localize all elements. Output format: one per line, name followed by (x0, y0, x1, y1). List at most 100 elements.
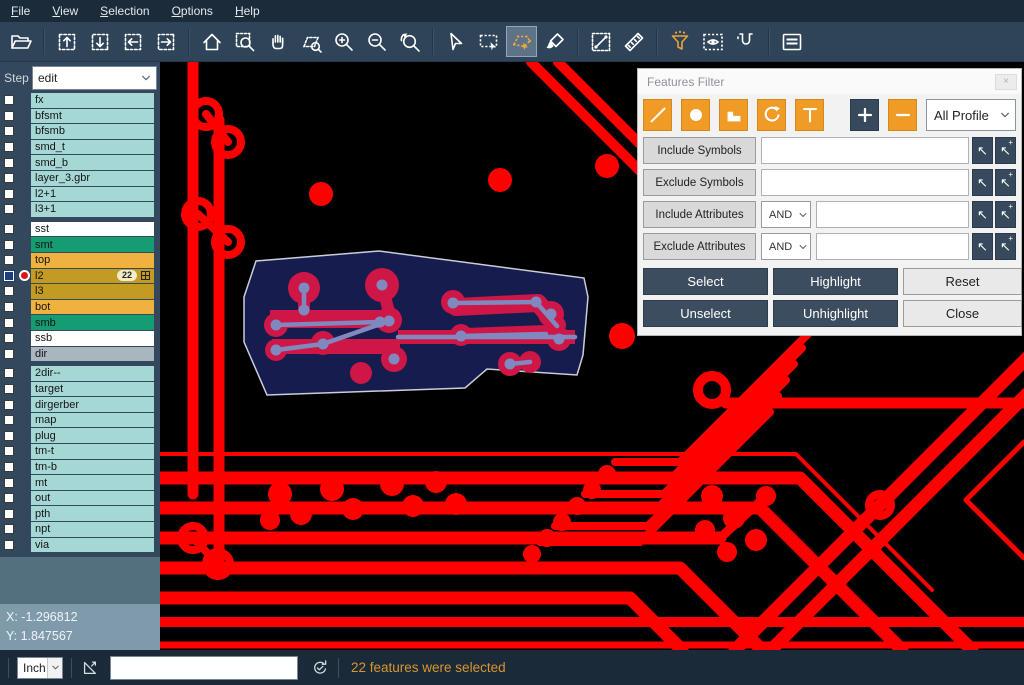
step-select[interactable]: edit (32, 66, 157, 90)
layer-checkbox[interactable] (4, 333, 14, 343)
menu-file[interactable]: File (0, 1, 41, 22)
polarity-negative-button[interactable] (888, 99, 917, 131)
layer-row-mt[interactable]: mt (0, 475, 160, 490)
close-icon[interactable]: × (995, 74, 1017, 90)
include-symbols-button[interactable]: Include Symbols (643, 137, 756, 164)
feature-type-text-button[interactable] (795, 99, 824, 131)
layer-row-tm-t[interactable]: tm-t (0, 444, 160, 459)
layer-row-l3-1[interactable]: l3+1 (0, 202, 160, 217)
layer-row-map[interactable]: map (0, 413, 160, 428)
pick-from-canvas-button[interactable]: ↖ (972, 137, 993, 164)
layer-checkbox[interactable] (4, 95, 14, 105)
layer-checkbox[interactable] (4, 368, 14, 378)
profile-select[interactable]: All Profile (926, 99, 1016, 131)
layer-row-2dir[interactable]: 2dir-- (0, 366, 160, 381)
include-symbols-input[interactable] (761, 137, 969, 164)
toolbar-button-snap[interactable] (730, 26, 761, 57)
layer-checkbox[interactable] (4, 189, 14, 199)
layer-checkbox[interactable] (4, 126, 14, 136)
layer-row-smd-t[interactable]: smd_t (0, 140, 160, 155)
exclude-symbols-button[interactable]: Exclude Symbols (643, 169, 756, 196)
unselect-button[interactable]: Unselect (643, 300, 768, 327)
layer-row-l3[interactable]: l3 (0, 284, 160, 299)
and-operator-select[interactable]: AND (761, 233, 811, 260)
layer-row-target[interactable]: target (0, 382, 160, 397)
layer-checkbox[interactable] (4, 173, 14, 183)
layer-row-fx[interactable]: fx (0, 93, 160, 108)
toolbar-button-measure[interactable] (585, 26, 616, 57)
toolbar-button-select-rectangle[interactable] (473, 26, 504, 57)
layer-checkbox[interactable] (4, 493, 14, 503)
layer-checkbox[interactable] (4, 255, 14, 265)
layer-row-layer-3-gbr[interactable]: layer_3.gbr (0, 171, 160, 186)
pick-add-from-canvas-button[interactable]: ↖+ (995, 169, 1016, 196)
matrix-icon[interactable] (141, 271, 150, 280)
toolbar-button-select-polygon[interactable] (506, 26, 537, 57)
pick-add-from-canvas-button[interactable]: ↖+ (995, 201, 1016, 228)
layer-row-bfsmt[interactable]: bfsmt (0, 109, 160, 124)
toolbar-button-pan[interactable] (262, 26, 293, 57)
menu-help[interactable]: Help (224, 1, 271, 22)
layer-checkbox[interactable] (4, 462, 14, 472)
feature-type-pad-button[interactable] (681, 99, 710, 131)
reset-button[interactable]: Reset (903, 268, 1022, 295)
pick-from-canvas-button[interactable]: ↖ (972, 233, 993, 260)
layer-row-dir[interactable]: dir (0, 347, 160, 362)
layer-checkbox[interactable] (4, 431, 14, 441)
exclude-attributes-button[interactable]: Exclude Attributes (643, 233, 756, 260)
feature-type-surface-button[interactable] (719, 99, 748, 131)
layer-row-top[interactable]: top (0, 253, 160, 268)
layer-checkbox[interactable] (4, 224, 14, 234)
toolbar-button-home-view[interactable] (196, 26, 227, 57)
layer-checkbox[interactable] (4, 415, 14, 425)
menu-selection[interactable]: Selection (89, 1, 160, 22)
toolbar-button-zoom-window[interactable] (229, 26, 260, 57)
layer-row-bot[interactable]: bot (0, 300, 160, 315)
layer-row-ssb[interactable]: ssb (0, 331, 160, 346)
layer-row-bfsmb[interactable]: bfsmb (0, 124, 160, 139)
toolbar-button-view-options[interactable] (697, 26, 728, 57)
toolbar-button-shift-down[interactable] (84, 26, 115, 57)
layer-checkbox[interactable] (4, 540, 14, 550)
toolbar-button-zoom-area[interactable] (295, 26, 326, 57)
pick-from-canvas-button[interactable]: ↖ (972, 169, 993, 196)
pick-add-from-canvas-button[interactable]: ↖+ (995, 137, 1016, 164)
include-attributes-button[interactable]: Include Attributes (643, 201, 756, 228)
unhighlight-button[interactable]: Unhighlight (773, 300, 898, 327)
toolbar-button-shift-up[interactable] (51, 26, 82, 57)
layer-row-sst[interactable]: sst (0, 222, 160, 237)
layer-row-smd-b[interactable]: smd_b (0, 155, 160, 170)
layer-checkbox[interactable] (4, 204, 14, 214)
highlight-button[interactable]: Highlight (773, 268, 898, 295)
layer-row-l2-1[interactable]: l2+1 (0, 187, 160, 202)
layer-row-dirgerber[interactable]: dirgerber (0, 397, 160, 412)
refresh-status-icon[interactable] (310, 658, 330, 678)
layer-checkbox[interactable] (4, 524, 14, 534)
toolbar-button-features-filter[interactable] (664, 26, 695, 57)
feature-type-line-button[interactable] (643, 99, 672, 131)
toolbar-button-shift-right[interactable] (150, 26, 181, 57)
exclude-attributes-input[interactable] (816, 233, 969, 260)
layer-row-l2[interactable]: l222 (0, 269, 160, 284)
units-select[interactable]: Inch (17, 657, 63, 679)
layer-row-pth[interactable]: pth (0, 506, 160, 521)
layer-checkbox[interactable] (4, 302, 14, 312)
toolbar-button-open-file[interactable] (5, 26, 36, 57)
layer-row-smb[interactable]: smb (0, 315, 160, 330)
polarity-positive-button[interactable] (850, 99, 879, 131)
layer-checkbox[interactable] (4, 509, 14, 519)
layer-row-out[interactable]: out (0, 491, 160, 506)
layer-checkbox[interactable] (4, 111, 14, 121)
layer-row-via[interactable]: via (0, 538, 160, 553)
toolbar-button-zoom-out[interactable] (361, 26, 392, 57)
layer-row-smt[interactable]: smt (0, 237, 160, 252)
toolbar-button-zoom-in[interactable] (328, 26, 359, 57)
layer-checkbox[interactable] (4, 446, 14, 456)
toolbar-button-shift-left[interactable] (117, 26, 148, 57)
menu-options[interactable]: Options (161, 1, 224, 22)
close-button[interactable]: Close (903, 300, 1022, 327)
feature-type-arc-button[interactable] (757, 99, 786, 131)
exclude-symbols-input[interactable] (761, 169, 969, 196)
layer-checkbox[interactable] (4, 478, 14, 488)
layer-row-tm-b[interactable]: tm-b (0, 460, 160, 475)
